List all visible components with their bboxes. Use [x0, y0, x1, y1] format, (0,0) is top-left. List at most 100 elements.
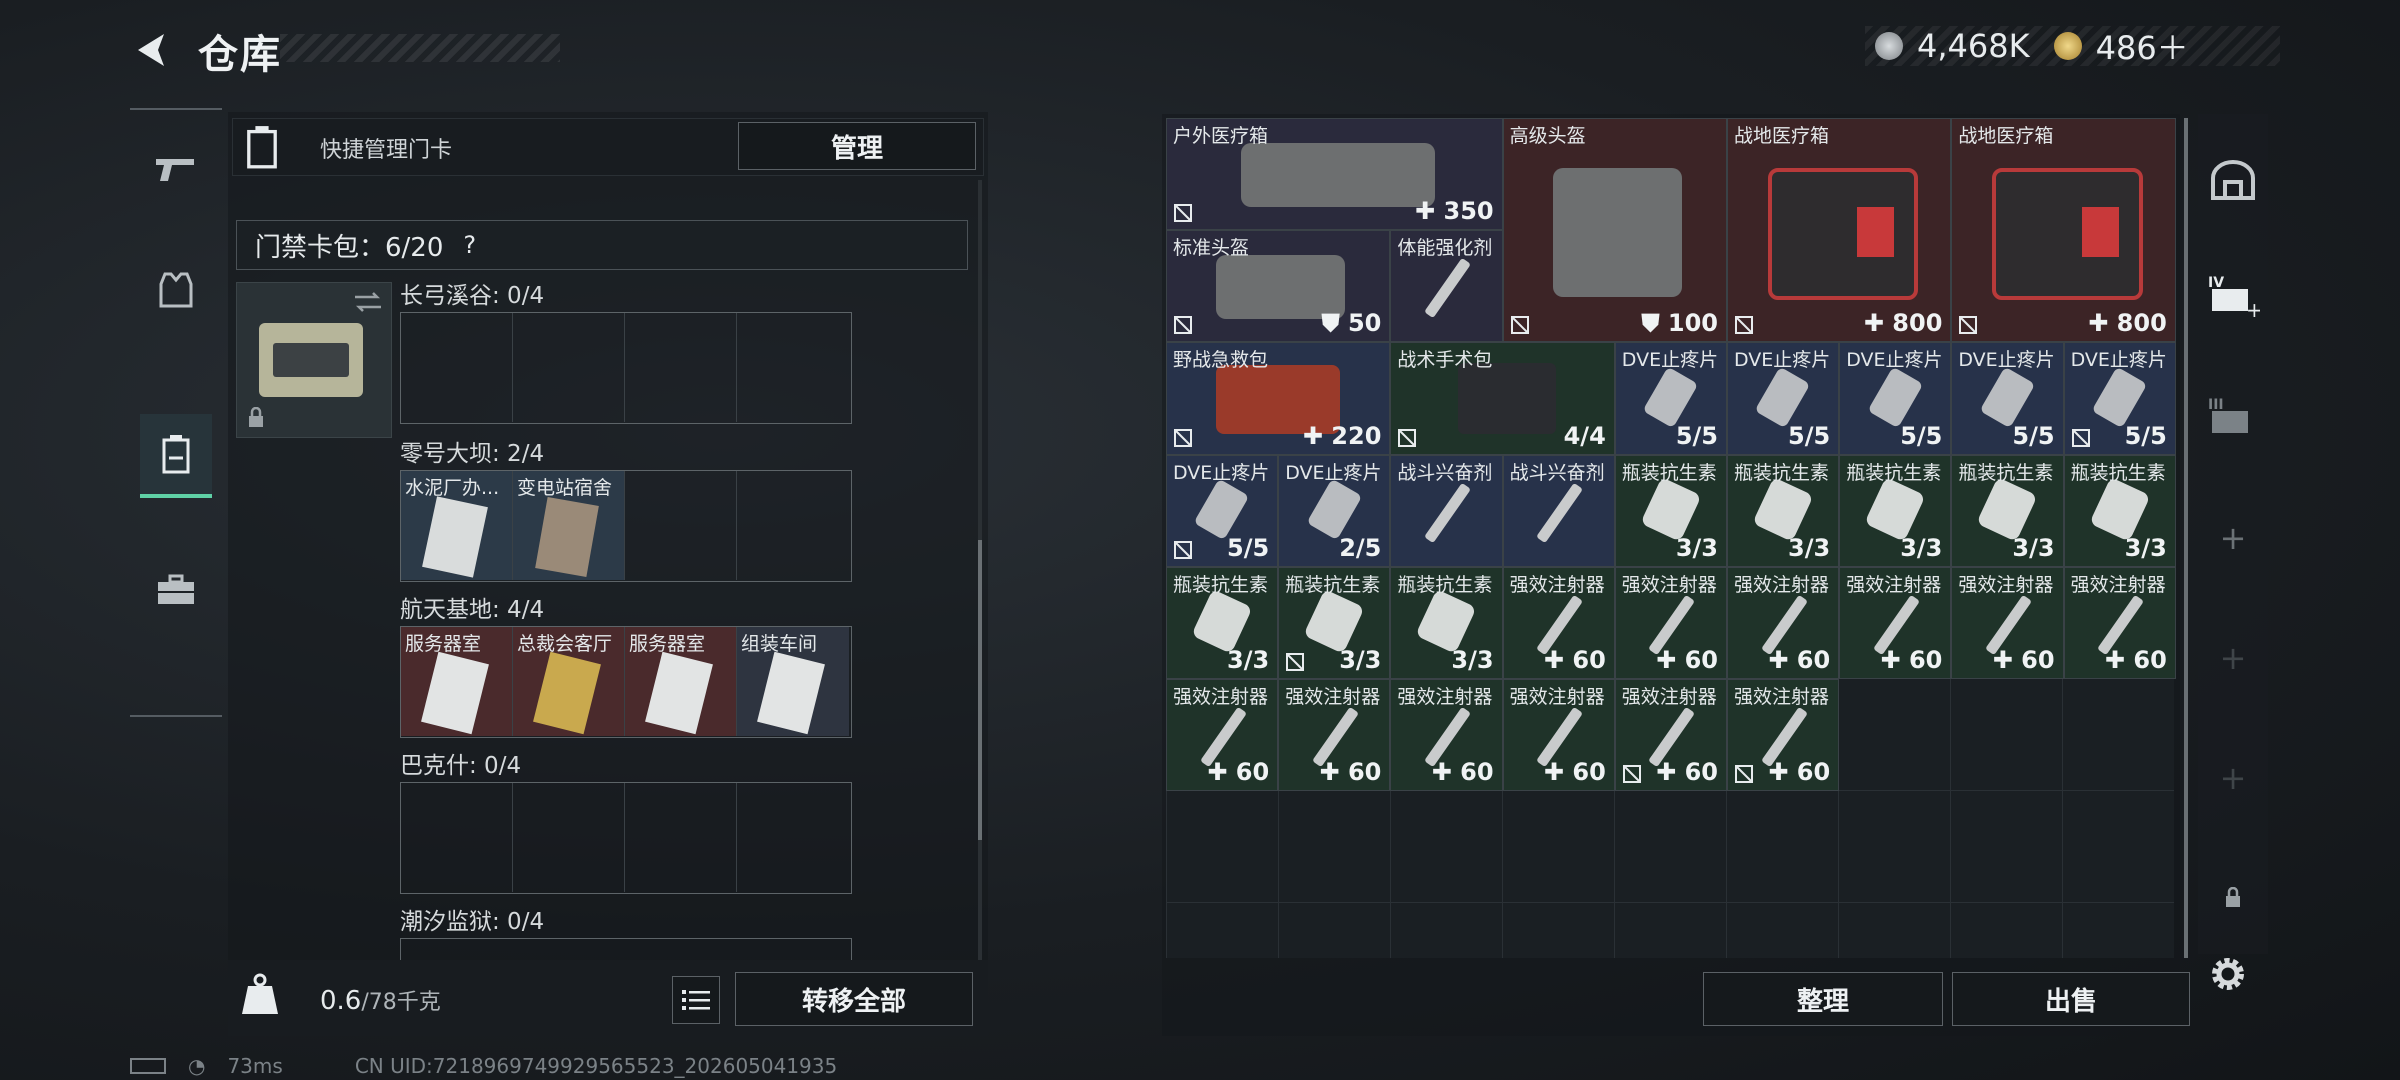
item-name: 体能强化剂	[1397, 237, 1493, 260]
empty-slot[interactable]	[625, 313, 737, 422]
quick-manage-label: 快捷管理门卡	[320, 138, 453, 163]
rail-armor[interactable]	[140, 250, 212, 330]
storage-item[interactable]: 瓶装抗生素 3/3	[2063, 454, 2176, 567]
keycard-slot[interactable]: 总裁会客厅	[513, 627, 625, 736]
storage-item[interactable]: 标准头盔 ⛊ 50	[1166, 230, 1391, 343]
storage-item[interactable]: 强效注射器 ✚ 60	[1727, 566, 1840, 679]
empty-slot[interactable]	[737, 783, 849, 892]
storage-item[interactable]: 战斗兴奋剂	[1390, 454, 1503, 567]
item-name: 战斗兴奋剂	[1397, 461, 1493, 484]
item-count: 3/3	[1339, 645, 1382, 674]
storage-item[interactable]: 强效注射器 ✚ 60	[1390, 679, 1503, 792]
storage-item[interactable]: DVE止疼片 5/5	[1839, 342, 1952, 455]
empty-slot[interactable]	[737, 471, 849, 580]
storage-item[interactable]: 瓶装抗生素 3/3	[1951, 454, 2064, 567]
item-name: 战术手术包	[1397, 349, 1493, 372]
item-image	[1240, 143, 1435, 208]
keycard-slot[interactable]: 变电站宿舍	[513, 471, 625, 580]
storage-item[interactable]: 野战急救包 ✚ 220	[1166, 342, 1391, 455]
storage-item[interactable]: 强效注射器 ✚ 60	[1839, 566, 1952, 679]
rail-helmet-slot[interactable]	[2198, 140, 2268, 220]
settings-button[interactable]	[2206, 952, 2254, 1000]
storage-item[interactable]: 强效注射器 ✚ 60	[1502, 679, 1615, 792]
swap-icon[interactable]	[353, 291, 383, 313]
storage-item[interactable]: DVE止疼片 5/5	[1166, 454, 1279, 567]
sell-button[interactable]: 出售	[1952, 972, 2190, 1026]
storage-item[interactable]: 战地医疗箱 ✚ 800	[1951, 118, 2176, 343]
rail-add-slot[interactable]: +	[2198, 738, 2268, 818]
keycard-slot[interactable]: 服务器室	[625, 627, 737, 736]
storage-item[interactable]: DVE止疼片 5/5	[1951, 342, 2064, 455]
item-count: 5/5	[2012, 421, 2055, 450]
empty-slot[interactable]	[401, 783, 513, 892]
keycard-slot-row	[400, 782, 852, 894]
item-count: ✚ 60	[1656, 758, 1718, 787]
storage-item[interactable]: 瓶装抗生素 3/3	[1390, 566, 1503, 679]
empty-slot[interactable]	[513, 313, 625, 422]
item-count: ✚ 60	[1768, 758, 1831, 787]
storage-item[interactable]: DVE止疼片 5/5	[2063, 342, 2176, 455]
rail-add-slot[interactable]: +	[2198, 498, 2268, 578]
storage-item[interactable]: 瓶装抗生素 3/3	[1278, 566, 1391, 679]
keycard-bag-item[interactable]	[236, 282, 392, 438]
storage-item[interactable]: 瓶装抗生素 3/3	[1727, 454, 1840, 567]
storage-item[interactable]: 强效注射器 ✚ 60	[1727, 679, 1840, 792]
rail-weapons[interactable]	[140, 130, 212, 210]
transfer-all-button[interactable]: 转移全部	[735, 972, 973, 1026]
rail-tier-iii-case[interactable]: III	[2198, 378, 2268, 458]
keycard-image	[421, 651, 489, 735]
help-icon[interactable]: ?	[463, 231, 476, 259]
item-name: 强效注射器	[1621, 686, 1717, 708]
storage-item[interactable]: 强效注射器 ✚ 60	[1166, 679, 1279, 792]
item-count: 3/3	[1451, 645, 1494, 674]
item-name: 瓶装抗生素	[1621, 461, 1717, 484]
storage-grid[interactable]: 户外医疗箱 ✚ 350 高级头盔 ⛊ 100 战地医疗箱 ✚ 800 战地医疗箱 ✚ 800 标…	[1166, 118, 2176, 958]
empty-slot[interactable]	[737, 313, 849, 422]
storage-item[interactable]: 户外医疗箱 ✚ 350	[1166, 118, 1503, 231]
keycard-slot[interactable]: 水泥厂办...	[401, 471, 513, 580]
item-count: ✚ 60	[1431, 758, 1494, 787]
gold-amount[interactable]: 486＋	[2096, 23, 2189, 69]
empty-slot[interactable]	[401, 313, 513, 422]
storage-item[interactable]: 战地医疗箱 ✚ 800	[1727, 118, 1952, 343]
storage-item[interactable]: 战斗兴奋剂	[1502, 454, 1615, 567]
keycard-slot[interactable]: 服务器室	[401, 627, 513, 736]
manage-button[interactable]: 管理	[738, 122, 976, 170]
rail-add-slot[interactable]: +	[2198, 618, 2268, 698]
storage-item[interactable]: 强效注射器 ✚ 60	[1614, 566, 1727, 679]
storage-item[interactable]: 强效注射器 ✚ 60	[1951, 566, 2064, 679]
storage-item[interactable]: 高级头盔 ⛊ 100	[1502, 118, 1727, 343]
item-name: 战斗兴奋剂	[1509, 461, 1605, 484]
storage-item[interactable]: DVE止疼片 5/5	[1727, 342, 1840, 455]
empty-slot[interactable]	[625, 471, 737, 580]
empty-slot[interactable]	[513, 783, 625, 892]
storage-item[interactable]: 瓶装抗生素 3/3	[1614, 454, 1727, 567]
empty-slot[interactable]	[625, 783, 737, 892]
storage-item[interactable]: DVE止疼片 5/5	[1614, 342, 1727, 455]
storage-item[interactable]: DVE止疼片 2/5	[1278, 454, 1391, 567]
storage-item[interactable]: 强效注射器 ✚ 60	[1278, 679, 1391, 792]
storage-item[interactable]: 强效注射器 ✚ 60	[1502, 566, 1615, 679]
storage-item[interactable]: 瓶装抗生素 3/3	[1166, 566, 1279, 679]
rail-briefcase[interactable]	[140, 550, 212, 630]
keycard-slot-row: 水泥厂办... 变电站宿舍	[400, 470, 852, 582]
item-name: DVE止疼片	[1285, 461, 1382, 484]
item-name: 战地医疗箱	[1734, 125, 1830, 147]
scrollbar-thumb[interactable]	[978, 540, 982, 840]
storage-item[interactable]: 瓶装抗生素 3/3	[1839, 454, 1952, 567]
rail-tier-iv-case[interactable]: IV +	[2198, 256, 2268, 336]
no-insure-icon	[1174, 540, 1192, 559]
storage-item[interactable]: 战术手术包 4/4	[1390, 342, 1615, 455]
silver-coin-icon	[1875, 32, 1903, 60]
keycard-slot[interactable]: 组装车间	[737, 627, 849, 736]
storage-item[interactable]: 强效注射器 ✚ 60	[2063, 566, 2176, 679]
storage-item[interactable]: 体能强化剂	[1390, 230, 1503, 343]
rail-locked-slot[interactable]	[2198, 858, 2268, 938]
storage-scrollbar[interactable]	[2184, 118, 2188, 958]
item-count: 3/3	[2124, 533, 2167, 562]
rail-keycard-bag[interactable]	[140, 414, 212, 498]
storage-item[interactable]: 强效注射器 ✚ 60	[1614, 679, 1727, 792]
back-button[interactable]	[130, 28, 174, 72]
sort-button[interactable]: 整理	[1703, 972, 1943, 1026]
list-button[interactable]	[672, 976, 720, 1024]
